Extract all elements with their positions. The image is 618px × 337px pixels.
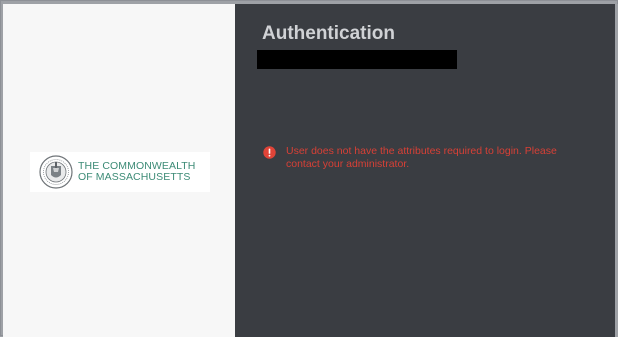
page-title: Authentication — [262, 23, 395, 44]
logo-line-2: OF MASSACHUSETTS — [78, 171, 191, 183]
browser-frame: THE COMMONWEALTH OF MASSACHUSETTS Authen… — [0, 0, 618, 337]
branding-panel: THE COMMONWEALTH OF MASSACHUSETTS — [3, 4, 235, 337]
commonwealth-logo: THE COMMONWEALTH OF MASSACHUSETTS — [30, 152, 210, 192]
logo-wordmark: THE COMMONWEALTH OF MASSACHUSETTS — [78, 160, 195, 184]
massachusetts-seal-icon — [39, 155, 73, 189]
error-circle-icon — [263, 146, 276, 159]
error-text: User does not have the attributes requir… — [286, 145, 557, 170]
authentication-panel: Authentication User does not have the at… — [235, 4, 615, 337]
error-message: User does not have the attributes requir… — [263, 145, 593, 170]
redacted-username — [257, 50, 457, 69]
